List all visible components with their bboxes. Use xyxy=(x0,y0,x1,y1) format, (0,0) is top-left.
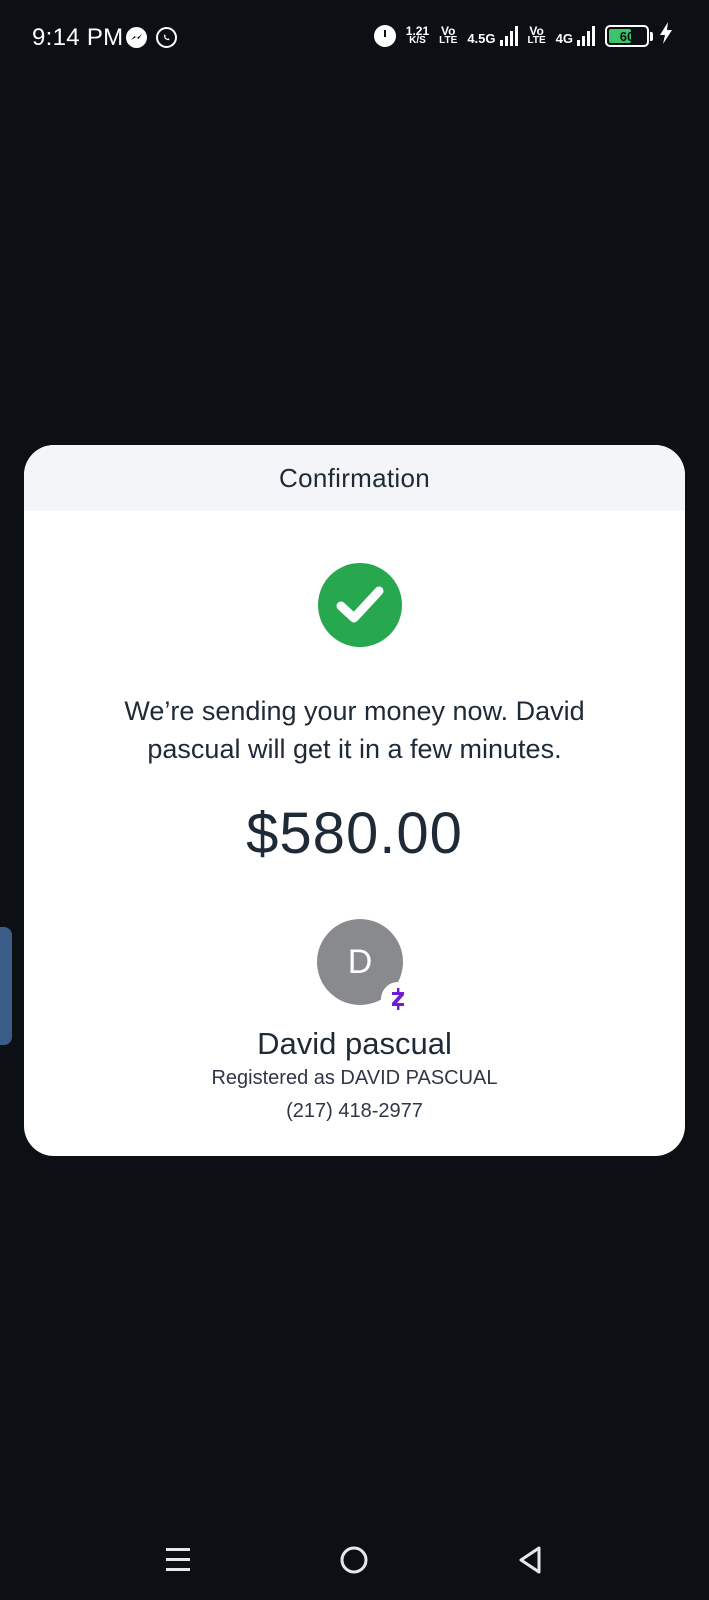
alarm-icon xyxy=(373,25,396,47)
sim1-network-label: 4.5G xyxy=(467,31,496,46)
navigation-bar xyxy=(0,1520,709,1600)
messenger-icon xyxy=(126,27,147,48)
sim2-signal: 4G xyxy=(556,26,595,46)
battery: 60 xyxy=(605,25,653,47)
sim2-volte: Vo LTE xyxy=(527,25,546,46)
system-status-icons: 1.21 K/S Vo LTE 4.5G Vo LTE 4G 60 xyxy=(373,22,673,50)
confirmation-card: Confirmation We’re sending your money no… xyxy=(24,445,685,1156)
battery-icon: 60 xyxy=(605,25,649,47)
sim2-lte-label: LTE xyxy=(527,35,546,46)
recent-apps-icon[interactable] xyxy=(148,1520,208,1600)
status-time: 9:14 PM xyxy=(32,24,124,51)
transfer-amount: $580.00 xyxy=(246,801,463,866)
sim1-volte: Vo LTE xyxy=(439,25,458,46)
confirmation-message: We’re sending your money now. David pasc… xyxy=(124,696,585,764)
recipient-phone: (217) 418-2977 xyxy=(286,1100,423,1122)
edge-panel-handle[interactable] xyxy=(0,927,12,1045)
battery-tip xyxy=(650,31,653,41)
sim2-network-label: 4G xyxy=(555,31,573,46)
charging-icon xyxy=(659,22,673,50)
notification-icons xyxy=(126,27,177,48)
registered-as: Registered as DAVID PASCUAL xyxy=(211,1067,498,1089)
card-title: Confirmation xyxy=(279,462,430,493)
home-icon[interactable] xyxy=(324,1520,384,1600)
signal-icon xyxy=(577,26,595,46)
sim1-signal: 4.5G xyxy=(467,26,518,46)
zelle-icon xyxy=(381,982,415,1016)
network-speed-unit: K/S xyxy=(409,35,426,46)
signal-icon xyxy=(499,26,518,46)
status-bar: 9:14 PM 1.21 K/S Vo LTE 4.5G Vo LTE 4G 6… xyxy=(0,0,709,80)
battery-level: 60 xyxy=(619,28,635,44)
avatar-initial: D xyxy=(347,942,373,981)
whatsapp-icon xyxy=(156,27,177,48)
network-speed: 1.21 K/S xyxy=(406,25,429,46)
screen: 9:14 PM 1.21 K/S Vo LTE 4.5G Vo LTE 4G 6… xyxy=(0,0,709,1600)
sim1-lte-label: LTE xyxy=(439,35,458,46)
card-header: Confirmation xyxy=(24,445,685,511)
recipient-name: David pascual xyxy=(257,1026,452,1061)
success-check-icon xyxy=(318,563,402,647)
back-icon[interactable] xyxy=(500,1520,560,1600)
